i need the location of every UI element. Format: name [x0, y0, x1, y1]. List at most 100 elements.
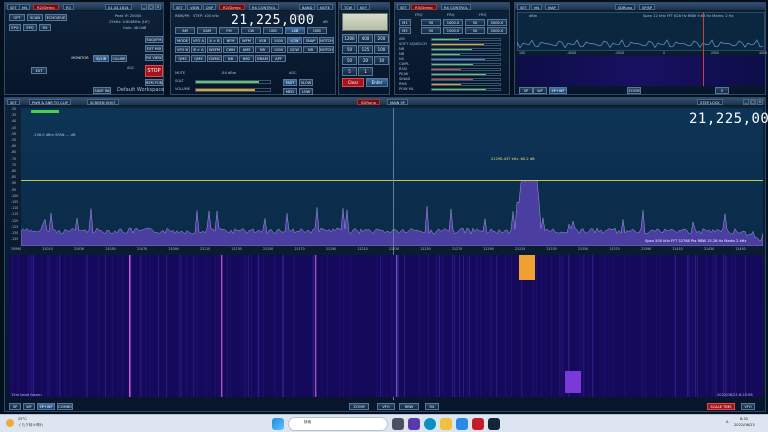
- tab-m4[interactable]: M4: [19, 4, 31, 10]
- control-button-notch[interactable]: NOTCH: [319, 37, 334, 44]
- memory-cell[interactable]: 1500.0: [443, 27, 463, 34]
- step-lock-button[interactable]: STEP LOCK: [697, 99, 723, 105]
- agc-med-button[interactable]: MED: [283, 88, 297, 95]
- main-bottom-sp[interactable]: SP: [9, 403, 21, 410]
- rx-view-button[interactable]: RX VIEW: [145, 54, 163, 61]
- tab-set[interactable]: SET: [517, 4, 530, 10]
- level-bar-5[interactable]: [431, 63, 501, 66]
- control-button-vfo-a[interactable]: VFO A: [191, 37, 206, 44]
- mcafee-icon[interactable]: [472, 418, 484, 430]
- keypad-125[interactable]: 125: [358, 45, 373, 54]
- agc-slow-button[interactable]: SLOW: [299, 79, 313, 86]
- tab-set[interactable]: SET: [7, 4, 20, 10]
- control-button-mode[interactable]: MODE: [175, 37, 190, 44]
- control-button-nb[interactable]: NB: [223, 55, 238, 62]
- squelch-slider[interactable]: [195, 80, 271, 84]
- keypad-50[interactable]: 50: [342, 45, 357, 54]
- sdr-icon[interactable]: [488, 418, 500, 430]
- level-bar-8[interactable]: [431, 78, 501, 81]
- control-button-1000[interactable]: 1000: [271, 46, 286, 53]
- aux-bottom-3[interactable]: ZOOM: [627, 87, 641, 94]
- memory-cell[interactable]: 50: [465, 27, 485, 34]
- close-icon[interactable]: ×: [155, 4, 161, 10]
- tab-view[interactable]: VIEW: [187, 4, 203, 10]
- control-button-1000[interactable]: 1000: [271, 37, 286, 44]
- control-button-a-b[interactable]: A > B: [207, 37, 222, 44]
- keypad-enter[interactable]: Enter: [366, 78, 388, 87]
- keypad-5[interactable]: 5: [342, 67, 357, 76]
- control-button-usb[interactable]: USB: [255, 37, 270, 44]
- mode-button-fm[interactable]: FM: [219, 27, 239, 34]
- ext-mix-button[interactable]: EXT MIX: [145, 45, 163, 52]
- keypad-clear[interactable]: Clear: [342, 78, 364, 87]
- aux-bottom-4[interactable]: 0: [715, 87, 729, 94]
- min-icon[interactable]: _: [743, 99, 749, 105]
- memory-cell[interactable]: 50: [421, 19, 441, 26]
- main-bottom-wf[interactable]: WF: [23, 403, 35, 410]
- iqlib-button[interactable]: IQ/LIB: [93, 55, 109, 62]
- store-icon[interactable]: [456, 418, 468, 430]
- tab-tcw[interactable]: TCW: [341, 4, 356, 10]
- keypad-100[interactable]: 100: [374, 45, 389, 54]
- lang-indicator[interactable]: A: [726, 420, 728, 425]
- main-bottom-vfo[interactable]: VFO: [377, 403, 395, 410]
- rem-fun-button[interactable]: REM FUN: [145, 79, 163, 86]
- keypad-400[interactable]: 400: [358, 34, 373, 43]
- tab-dsp[interactable]: DSP: [203, 4, 217, 10]
- start-icon[interactable]: [272, 418, 284, 430]
- level-bar-10[interactable]: [431, 88, 501, 91]
- stop-button[interactable]: STOP: [145, 65, 163, 77]
- search-box[interactable]: [288, 417, 388, 431]
- epq-button-2[interactable]: EPQ: [23, 24, 37, 31]
- scan-button[interactable]: SCAN: [27, 14, 43, 21]
- control-button-vfo-b[interactable]: VFO B: [175, 46, 190, 53]
- level-bar-4[interactable]: [431, 58, 501, 61]
- control-button-apf[interactable]: APF: [271, 55, 286, 62]
- main-bottom-sp-wf[interactable]: SP+WF: [37, 403, 55, 410]
- memory-cell[interactable]: 2000.0: [487, 19, 507, 26]
- task-view-icon[interactable]: [392, 418, 404, 430]
- mode-button-am[interactable]: AM: [175, 27, 195, 34]
- mode-button-cw[interactable]: CW: [241, 27, 261, 34]
- tab-set[interactable]: SET: [397, 4, 410, 10]
- level-bar-2[interactable]: [431, 48, 501, 51]
- control-button-cwn[interactable]: CWN: [223, 46, 238, 53]
- max-icon[interactable]: □: [148, 4, 154, 10]
- mode-button-dsb[interactable]: DSB: [307, 27, 327, 34]
- agc-low-button[interactable]: LOW: [299, 88, 313, 95]
- keypad-50[interactable]: 50: [342, 56, 357, 65]
- main-bottom-rbw[interactable]: RBW: [399, 403, 419, 410]
- main-bottom-combo[interactable]: COMBO: [57, 403, 73, 410]
- control-button-qmx[interactable]: QMX: [191, 55, 206, 62]
- squelch-line[interactable]: [21, 180, 763, 181]
- tab-screenshot[interactable]: SCREEN SHOT: [87, 99, 119, 105]
- tab-map[interactable]: MAP: [545, 4, 559, 10]
- memory-cell[interactable]: 50: [421, 27, 441, 34]
- control-button-lcw[interactable]: LCW: [287, 37, 302, 44]
- agc-fast-button[interactable]: FAST: [283, 79, 297, 86]
- main-bottom-scale-time[interactable]: SCALE TIME: [707, 403, 735, 410]
- max-icon[interactable]: □: [750, 99, 756, 105]
- tab-set[interactable]: SET: [173, 4, 186, 10]
- tab-set[interactable]: SET: [7, 99, 20, 105]
- control-button-ams[interactable]: AMS: [239, 46, 254, 53]
- control-button-bram[interactable]: BRAM: [255, 55, 270, 62]
- control-button-wfm[interactable]: WFM: [239, 37, 254, 44]
- memory-cell[interactable]: 50: [465, 19, 485, 26]
- tab-m4[interactable]: M4: [531, 4, 543, 10]
- echo-button[interactable]: ECHO/EUE: [45, 14, 67, 21]
- volume-slider[interactable]: [195, 88, 271, 92]
- control-button-qms[interactable]: QMS: [175, 55, 190, 62]
- save-ini-button[interactable]: SAVE INI: [93, 87, 111, 94]
- keypad-1[interactable]: 1: [358, 67, 373, 76]
- mode-button-sam[interactable]: SAM: [197, 27, 217, 34]
- aux-bottom-0[interactable]: SP: [519, 87, 533, 94]
- tab-r3[interactable]: R3: [63, 4, 74, 10]
- main-bottom-vfo[interactable]: VFO: [741, 403, 755, 410]
- memory-cell[interactable]: 2000.0: [487, 27, 507, 34]
- weather-icon[interactable]: [6, 419, 14, 427]
- main-bottom-rx[interactable]: RX: [425, 403, 439, 410]
- keypad-10[interactable]: 10: [374, 56, 389, 65]
- epq-button-1[interactable]: EPQ: [9, 24, 21, 31]
- tab-band[interactable]: BAND: [299, 4, 316, 10]
